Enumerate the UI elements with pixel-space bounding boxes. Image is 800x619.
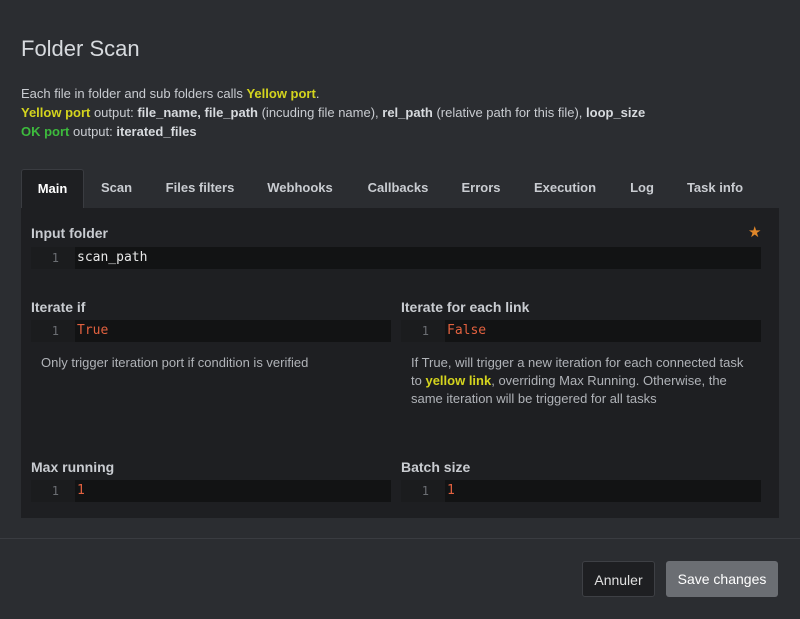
max-running-label: Max running [31, 459, 115, 475]
desc-line-3: OK port output: iterated_files [21, 124, 197, 139]
line-number: 1 [31, 320, 75, 342]
iterate-if-value: True [77, 323, 109, 338]
iterate-if-editor[interactable]: 1 True [31, 320, 391, 342]
tab-execution[interactable]: Execution [525, 169, 605, 207]
desc-line-1: Each file in folder and sub folders call… [21, 86, 320, 101]
desc-line-2: Yellow port output: file_name, file_path… [21, 105, 646, 120]
star-icon: ★ [748, 224, 762, 241]
max-running-editor[interactable]: 1 1 [31, 480, 391, 502]
tab-log[interactable]: Log [621, 169, 663, 207]
batch-size-label: Batch size [401, 459, 471, 475]
iterate-each-link-help: If True, will trigger a new iteration fo… [411, 355, 744, 406]
max-running-value: 1 [77, 483, 85, 498]
main-tab-panel: Input folder ★ 1 scan_path Iterate if 1 … [21, 208, 779, 518]
iterate-each-link-label: Iterate for each link [401, 299, 530, 315]
folder-scan-modal: Folder Scan Each file in folder and sub … [0, 0, 800, 619]
input-folder-editor[interactable]: 1 scan_path [31, 247, 761, 269]
iterate-if-label: Iterate if [31, 299, 86, 315]
line-number: 1 [401, 480, 445, 502]
cancel-button[interactable]: Annuler [582, 561, 655, 597]
input-folder-value: scan_path [77, 250, 148, 265]
tab-main[interactable]: Main [21, 169, 84, 209]
footer-divider [0, 538, 800, 539]
tab-task-info[interactable]: Task info [679, 169, 751, 207]
iterate-if-help: Only trigger iteration port if condition… [41, 355, 309, 370]
save-changes-button[interactable]: Save changes [666, 561, 778, 597]
tab-callbacks[interactable]: Callbacks [357, 169, 439, 207]
iterate-each-link-value: False [447, 323, 487, 338]
modal-description: Each file in folder and sub folders call… [21, 84, 645, 141]
tab-files-filters[interactable]: Files filters [155, 169, 245, 207]
batch-size-editor[interactable]: 1 1 [401, 480, 761, 502]
tab-webhooks[interactable]: Webhooks [257, 169, 343, 207]
batch-size-value: 1 [447, 483, 455, 498]
tab-scan[interactable]: Scan [88, 169, 145, 207]
line-number: 1 [31, 480, 75, 502]
tab-bar: Main Scan Files filters Webhooks Callbac… [21, 169, 779, 209]
modal-title: Folder Scan [21, 36, 140, 61]
tab-errors[interactable]: Errors [453, 169, 509, 207]
line-number: 1 [31, 247, 75, 269]
input-folder-label: Input folder [31, 225, 108, 241]
iterate-each-link-editor[interactable]: 1 False [401, 320, 761, 342]
line-number: 1 [401, 320, 445, 342]
